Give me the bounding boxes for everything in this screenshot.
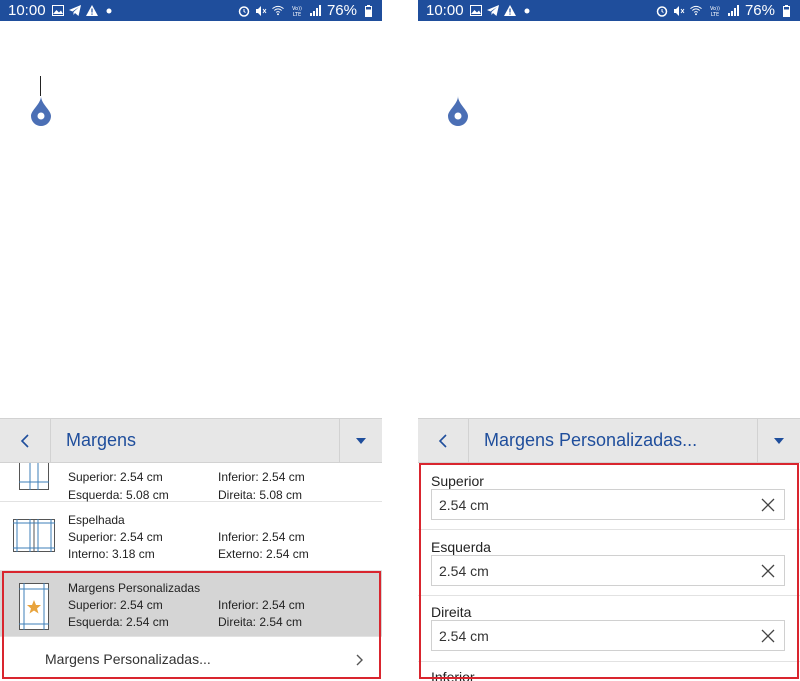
- margin-top-value: Superior: 2.54 cm: [68, 530, 163, 544]
- field-bottom-margin: Inferior: [418, 661, 800, 681]
- clear-icon[interactable]: [759, 627, 777, 645]
- margin-outer-value: Externo: 2.54 cm: [218, 547, 309, 561]
- svg-text:LTE: LTE: [711, 12, 719, 17]
- mute-icon: [255, 5, 267, 17]
- dot-icon: [103, 5, 115, 17]
- custom-margins-toolbar: Margens Personalizadas...: [418, 418, 800, 463]
- margin-inner-value: Interno: 3.18 cm: [68, 547, 155, 561]
- volte-icon: Vo)) LTE: [289, 5, 305, 17]
- margin-top-value: Superior: 2.54 cm: [68, 470, 163, 484]
- dot-icon: [521, 5, 533, 17]
- field-left-margin: Esquerda 2.54 cm: [418, 529, 800, 595]
- collapse-ribbon-button[interactable]: [339, 419, 382, 462]
- custom-page-thumbnail-icon: [19, 583, 49, 630]
- margin-option-name: Margens Personalizadas: [68, 581, 201, 595]
- right-screen: 10:00 Vo)) LTE 76% Margens Personalizada…: [418, 0, 800, 681]
- signal-icon: [309, 5, 322, 17]
- right-margin-input[interactable]: 2.54 cm: [431, 620, 785, 651]
- field-label: Direita: [431, 604, 472, 620]
- telegram-icon: [486, 5, 499, 17]
- page-thumbnail-icon: [19, 463, 49, 490]
- field-value: 2.54 cm: [439, 562, 489, 579]
- chevron-right-icon: [356, 654, 363, 666]
- margins-toolbar: Margens: [0, 418, 382, 463]
- margin-bottom-value: Inferior: 2.54 cm: [218, 598, 305, 612]
- screen-gap: [382, 0, 418, 681]
- margin-left-value: Esquerda: 2.54 cm: [68, 615, 169, 629]
- left-screen: 10:00 Vo)) LTE 76% Margens Superior: 2.5…: [0, 0, 382, 681]
- signal-icon: [727, 5, 740, 17]
- svg-text:LTE: LTE: [293, 12, 301, 17]
- chevron-left-icon: [438, 433, 447, 448]
- field-label: Superior: [431, 473, 484, 489]
- alarm-icon: [238, 5, 250, 17]
- battery-percent: 76%: [744, 2, 775, 19]
- status-bar: 10:00 Vo)) LTE 76%: [0, 0, 382, 21]
- collapse-ribbon-button[interactable]: [757, 419, 800, 462]
- margin-option-name: Espelhada: [68, 513, 125, 527]
- wifi-icon: [272, 5, 284, 17]
- mute-icon: [673, 5, 685, 17]
- margin-option-mirrored[interactable]: Espelhada Superior: 2.54 cm Inferior: 2.…: [0, 502, 382, 571]
- margin-right-value: Direita: 2.54 cm: [218, 615, 303, 629]
- status-time: 10:00: [426, 2, 464, 19]
- custom-margins-link[interactable]: Margens Personalizadas...: [0, 637, 382, 681]
- margin-top-value: Superior: 2.54 cm: [68, 598, 163, 612]
- status-time: 10:00: [8, 2, 46, 19]
- margin-left-value: Esquerda: 5.08 cm: [68, 488, 169, 502]
- cursor-handle-icon[interactable]: [31, 96, 51, 126]
- clear-icon[interactable]: [759, 496, 777, 514]
- toolbar-title: Margens Personalizadas...: [484, 430, 698, 450]
- volte-icon: Vo)) LTE: [707, 5, 723, 17]
- battery-percent: 76%: [326, 2, 357, 19]
- caret-down-icon: [774, 437, 784, 444]
- status-bar: 10:00 Vo)) LTE 76%: [418, 0, 800, 21]
- field-right-margin: Direita 2.54 cm: [418, 595, 800, 661]
- image-icon: [469, 5, 482, 17]
- text-cursor: [40, 76, 41, 96]
- warning-icon: [503, 5, 516, 17]
- caret-down-icon: [356, 437, 366, 444]
- alarm-icon: [656, 5, 668, 17]
- warning-icon: [85, 5, 98, 17]
- margin-right-value: Direita: 5.08 cm: [218, 488, 303, 502]
- clear-icon[interactable]: [759, 562, 777, 580]
- back-button[interactable]: [418, 419, 469, 462]
- field-value: 2.54 cm: [439, 627, 489, 644]
- battery-icon: [780, 4, 792, 17]
- cursor-handle-icon[interactable]: [448, 96, 468, 126]
- chevron-left-icon: [20, 433, 29, 448]
- field-top-margin: Superior 2.54 cm: [418, 463, 800, 529]
- toolbar-title: Margens: [66, 430, 137, 450]
- top-margin-input[interactable]: 2.54 cm: [431, 489, 785, 520]
- margin-option-custom[interactable]: Margens Personalizadas Superior: 2.54 cm…: [0, 571, 382, 637]
- battery-icon: [362, 4, 374, 17]
- margin-option-wide[interactable]: Superior: 2.54 cm Inferior: 2.54 cm Esqu…: [0, 463, 382, 502]
- field-value: 2.54 cm: [439, 496, 489, 513]
- wifi-icon: [690, 5, 702, 17]
- margin-bottom-value: Inferior: 2.54 cm: [218, 470, 305, 484]
- margin-bottom-value: Inferior: 2.54 cm: [218, 530, 305, 544]
- field-label: Esquerda: [431, 539, 491, 555]
- field-label: Inferior: [431, 669, 475, 681]
- custom-margins-link-label: Margens Personalizadas...: [45, 651, 211, 667]
- mirrored-pages-icon: [13, 519, 55, 552]
- back-button[interactable]: [0, 419, 51, 462]
- image-icon: [51, 5, 64, 17]
- left-margin-input[interactable]: 2.54 cm: [431, 555, 785, 586]
- telegram-icon: [68, 5, 81, 17]
